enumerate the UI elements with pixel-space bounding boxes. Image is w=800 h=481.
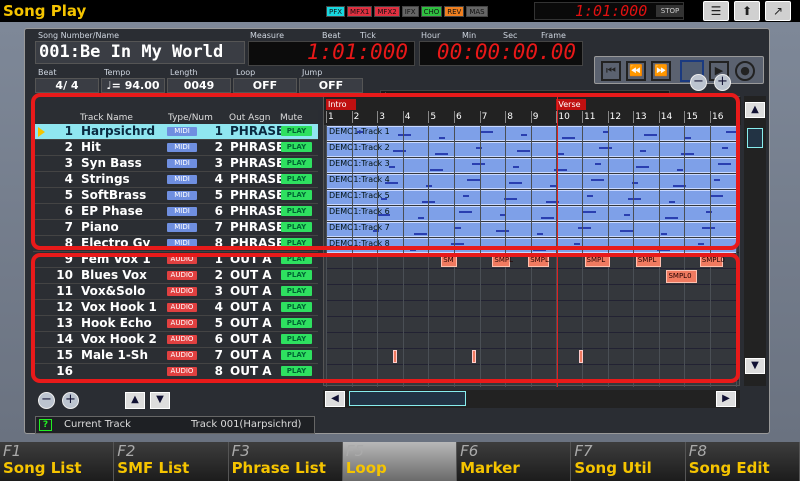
horizontal-scrollbar[interactable]: ◀ ▶ xyxy=(323,390,740,408)
up-arrow-icon: ⬆ xyxy=(741,4,753,18)
audio-tracks-highlight xyxy=(31,253,740,383)
zoom-out-vertical-button[interactable]: − xyxy=(690,74,707,91)
fkey-label: Song List xyxy=(3,459,82,477)
transport-controls: ⏮ ⏪ ⏩ ▶ ● xyxy=(594,56,764,84)
triangle-right-icon: ▶ xyxy=(722,393,730,404)
effect-indicators: PFX MFX1 MFX2 IFX CHO REV MAS xyxy=(326,6,488,17)
scroll-left-button[interactable]: ◀ xyxy=(325,391,345,407)
exit-icon: ↗ xyxy=(772,4,784,18)
zoom-out-horizontal-button[interactable]: − xyxy=(38,392,55,409)
scroll-down-button[interactable]: ▼ xyxy=(745,358,765,374)
scroll-right-button[interactable]: ▶ xyxy=(716,391,736,407)
param-length-label: Length xyxy=(170,68,198,77)
fkey-number: F3 xyxy=(231,442,250,460)
exit-button[interactable]: ↗ xyxy=(765,1,791,21)
fkey-number: F5 xyxy=(345,442,365,460)
hour-label: Hour xyxy=(421,31,441,40)
minus-icon: − xyxy=(41,392,52,407)
fkey-number: F1 xyxy=(3,442,22,460)
song-name-field[interactable]: 001:Be In My World xyxy=(35,41,245,64)
fkey-label: Phrase List xyxy=(231,459,326,477)
fkey-smf-list[interactable]: F2 SMF List xyxy=(114,442,229,481)
track-up-button[interactable]: ▲ xyxy=(125,392,145,409)
triangle-down-icon: ▼ xyxy=(156,394,164,405)
fkey-marker[interactable]: F6 Marker xyxy=(457,442,572,481)
track-down-button[interactable]: ▼ xyxy=(150,392,170,409)
to-top-button[interactable]: ⏮ xyxy=(601,61,621,81)
fkey-number: F8 xyxy=(688,442,707,460)
effect-indicator: MAS xyxy=(466,6,488,17)
fkey-song-list[interactable]: F1 Song List xyxy=(0,442,115,481)
current-track-value: Track 001(Harpsichrd) xyxy=(191,419,302,430)
effect-indicator: MFX1 xyxy=(347,6,373,17)
fkey-song-util[interactable]: F7 Song Util xyxy=(571,442,686,481)
jump-field[interactable]: OFF xyxy=(299,78,363,93)
measure-label: Measure xyxy=(250,31,284,40)
measure-counter[interactable]: 1:01:000 xyxy=(248,41,415,66)
effect-indicator: REV xyxy=(444,6,465,17)
effect-indicator: PFX xyxy=(326,6,346,17)
vertical-scrollbar[interactable]: ▲ ▼ xyxy=(744,96,766,386)
param-loop-label: Loop xyxy=(236,68,256,77)
beat-label: Beat xyxy=(322,31,341,40)
param-beat-label: Beat xyxy=(38,68,57,77)
beat-field[interactable]: 4/ 4 xyxy=(35,78,99,93)
fast-forward-icon: ⏩ xyxy=(654,64,668,77)
help-icon: ? xyxy=(39,419,52,431)
param-jump-label: Jump xyxy=(302,68,323,77)
current-track-label: Current Track xyxy=(64,419,131,430)
rewind-icon: ⏪ xyxy=(629,64,643,77)
fkey-label: SMF List xyxy=(117,459,190,477)
plus-icon: + xyxy=(65,392,76,407)
triangle-up-icon: ▲ xyxy=(131,394,139,405)
triangle-up-icon: ▲ xyxy=(751,104,759,115)
fkey-song-edit[interactable]: F8 Song Edit xyxy=(685,442,800,481)
screen-title: Song Play xyxy=(3,2,87,20)
menu-button[interactable]: ☰ xyxy=(703,1,729,21)
minus-icon: − xyxy=(693,74,704,89)
record-icon: ● xyxy=(740,64,750,77)
up-button[interactable]: ⬆ xyxy=(734,1,760,21)
fkey-phrase-list[interactable]: F3 Phrase List xyxy=(228,442,343,481)
effect-indicator: IFX xyxy=(401,6,419,17)
record-button[interactable]: ● xyxy=(735,61,755,81)
triangle-left-icon: ◀ xyxy=(331,393,339,404)
fast-forward-button[interactable]: ⏩ xyxy=(651,61,671,81)
skip-back-icon: ⏮ xyxy=(606,64,616,77)
stop-status: STOP xyxy=(656,5,684,17)
frame-label: Frame xyxy=(541,31,566,40)
rewind-button[interactable]: ⏪ xyxy=(626,61,646,81)
fkey-number: F6 xyxy=(460,442,479,460)
loop-field[interactable]: OFF xyxy=(233,78,297,93)
vertical-scroll-thumb[interactable] xyxy=(747,128,763,148)
fkey-number: F7 xyxy=(574,442,593,460)
tick-label: Tick xyxy=(360,31,376,40)
song-label: Song Number/Name xyxy=(38,31,120,40)
fkey-label: Song Edit xyxy=(688,459,770,477)
time-counter[interactable]: 00:00:00.00 xyxy=(419,41,583,66)
zoom-in-vertical-button[interactable]: + xyxy=(714,74,731,91)
midi-tracks-highlight xyxy=(31,93,740,250)
menu-icon: ☰ xyxy=(710,4,722,18)
effect-indicator: MFX2 xyxy=(374,6,400,17)
min-label: Min xyxy=(462,31,477,40)
length-field[interactable]: 0049 xyxy=(167,78,231,93)
zoom-in-horizontal-button[interactable]: + xyxy=(62,392,79,409)
fkey-label: Marker xyxy=(460,459,520,477)
top-bar: Song Play PFX MFX1 MFX2 IFX CHO REV MAS 1:01:0… xyxy=(0,0,800,22)
triangle-down-icon: ▼ xyxy=(751,360,759,371)
fkey-number: F2 xyxy=(117,442,136,460)
current-track-status: ? Current Track Track 001(Harpsichrd) xyxy=(35,416,315,434)
horizontal-scroll-thumb[interactable] xyxy=(349,391,466,406)
tempo-field[interactable]: ♩= 94.00 xyxy=(101,78,165,93)
plus-icon: + xyxy=(717,74,728,89)
sec-label: Sec xyxy=(503,31,518,40)
effect-indicator: CHO xyxy=(420,6,443,17)
fkey-label: Loop xyxy=(345,459,387,477)
fkey-label: Song Util xyxy=(574,459,652,477)
param-tempo-label: Tempo xyxy=(104,68,131,77)
fkey-loop[interactable]: F5 Loop xyxy=(342,442,458,481)
scroll-up-button[interactable]: ▲ xyxy=(745,102,765,118)
function-key-bar: F1 Song List F2 SMF List F3 Phrase List F5 Loop… xyxy=(0,442,800,481)
